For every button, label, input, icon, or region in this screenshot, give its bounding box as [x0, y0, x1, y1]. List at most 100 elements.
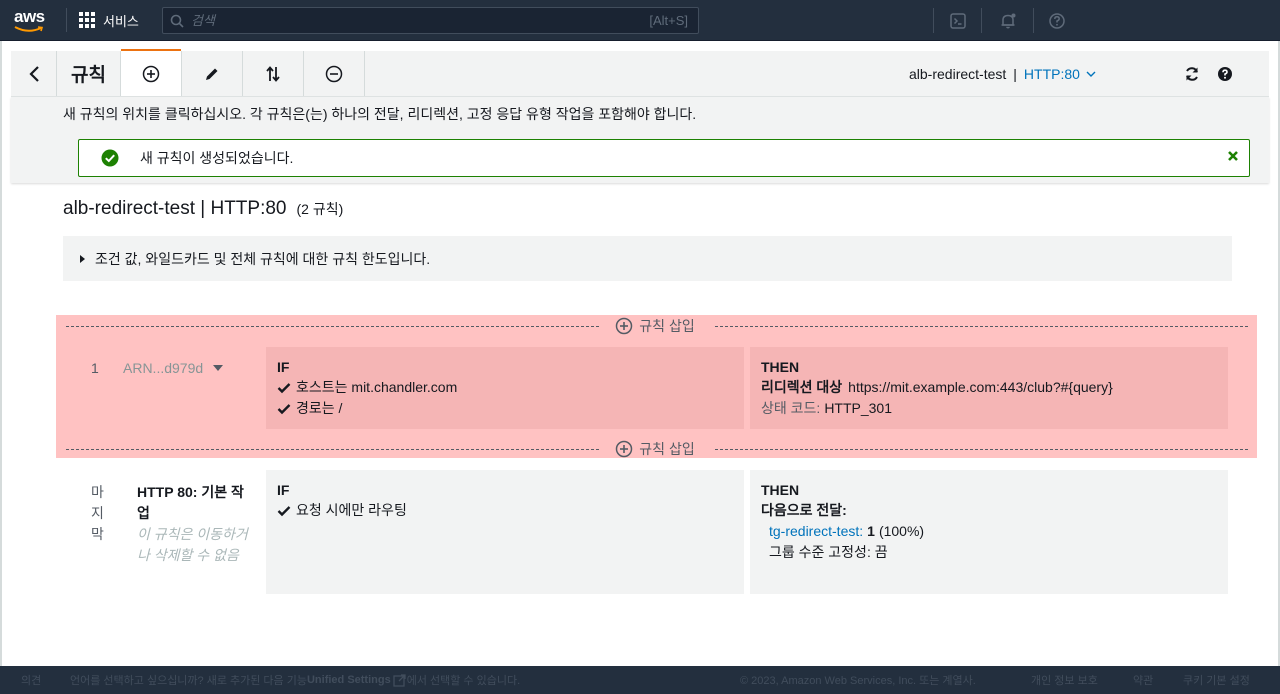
condition-row: 호스트는 mit.chandler.com: [277, 377, 733, 398]
add-icon: [142, 65, 160, 82]
default-rule-number-char: 마: [91, 484, 104, 500]
default-if-cell: IF 요청 시에만 라우팅: [266, 470, 744, 594]
aws-logo[interactable]: aws: [14, 0, 62, 41]
default-rule-number-char: 막: [91, 526, 104, 542]
rules-toolbar: 규칙 alb-redirect-test | HTTP:80: [11, 49, 1269, 97]
listener-value: HTTP:80: [1023, 66, 1080, 82]
listener-separator: |: [1013, 66, 1017, 82]
nav-separator: [933, 8, 934, 33]
nav-divider: [66, 8, 67, 32]
expander-label: 조건 값, 와일드카드 및 전체 규칙에 대한 규칙 한도입니다.: [95, 250, 431, 267]
cookies-link[interactable]: 쿠키 기본 설정: [1183, 672, 1250, 688]
search-input[interactable]: [191, 13, 650, 28]
cloudshell-icon[interactable]: [945, 0, 971, 41]
rules-heading: alb-redirect-test | HTTP:80 (2 규칙): [63, 198, 343, 220]
target-group-row: tg-redirect-test: 1 (100%): [769, 521, 1217, 542]
dismiss-icon[interactable]: [1227, 149, 1239, 165]
insert-rule-label: 규칙 삽입: [639, 441, 695, 457]
status-value: HTTP_301: [824, 400, 893, 416]
services-label: 서비스: [103, 13, 139, 29]
insert-rule-button[interactable]: 규칙 삽입: [599, 316, 714, 336]
refresh-button[interactable]: [1180, 51, 1204, 97]
rule-then-cell[interactable]: THEN 리디렉션 대상 https://mit.example.com:443…: [750, 347, 1228, 429]
condition-row: 요청 시에만 라우팅: [277, 500, 733, 521]
redirect-label: 리디렉션 대상: [761, 379, 843, 395]
rule-number: 1: [91, 360, 99, 376]
rules-count: (2 규칙): [296, 201, 344, 217]
bell-icon[interactable]: [995, 0, 1021, 41]
help-button[interactable]: [1213, 51, 1237, 97]
caret-down-icon: [213, 365, 224, 371]
rule-arn-dropdown[interactable]: ARN...d979d: [123, 360, 224, 376]
add-circle-icon: [616, 440, 633, 458]
edit-icon: [206, 68, 218, 80]
success-flash: 새 규칙이 생성되었습니다.: [78, 139, 1250, 177]
instruction-text: 새 규칙의 위치를 클릭하십시오. 각 규칙은(는) 하나의 전달, 리디렉션,…: [63, 106, 697, 122]
add-rule-button[interactable]: [121, 49, 182, 96]
default-rule-title: HTTP 80: 기본 작업: [137, 484, 244, 521]
refresh-icon: [1186, 67, 1198, 81]
condition-row: 경로는 /: [277, 398, 733, 419]
help-icon[interactable]: [1044, 0, 1070, 41]
default-condition: 요청 시에만 라우팅: [296, 502, 407, 518]
insert-rule-line-top: 규칙 삽입: [66, 315, 1249, 337]
flash-message: 새 규칙이 생성되었습니다.: [140, 150, 294, 166]
listener-selector-group: alb-redirect-test | HTTP:80: [909, 51, 1097, 97]
check-icon: [277, 382, 291, 393]
default-rule-number-char: 지: [91, 505, 104, 521]
limits-expander[interactable]: 조건 값, 와일드카드 및 전체 규칙에 대한 규칙 한도입니다.: [63, 236, 1232, 281]
toolbar-title: 규칙: [57, 51, 121, 96]
grid-icon: [79, 12, 95, 28]
reorder-rules-button[interactable]: [243, 51, 304, 96]
check-icon: [277, 505, 291, 516]
aws-logo-text: aws: [14, 6, 45, 26]
chevron-left-icon: [28, 65, 39, 82]
search-box[interactable]: [Alt+S]: [162, 7, 699, 34]
load-balancer-name: alb-redirect-test: [909, 66, 1007, 82]
status-label: 상태 코드:: [761, 400, 821, 416]
edit-rule-button[interactable]: [182, 51, 243, 96]
rule-if-cell[interactable]: IF 호스트는 mit.chandler.com 경로는 /: [266, 347, 744, 429]
search-shortcut: [Alt+S]: [649, 13, 688, 28]
top-nav: aws 서비스 [Alt+S]: [0, 0, 1280, 41]
language-text-after: 에서 선택할 수 있습니다.: [406, 675, 521, 687]
if-label: IF: [277, 359, 290, 375]
feedback-link[interactable]: 의견: [21, 672, 41, 688]
nav-separator: [981, 8, 982, 33]
stickiness-text: 그룹 수준 고정성: 끔: [769, 544, 888, 560]
condition-host: 호스트는 mit.chandler.com: [296, 379, 458, 395]
copyright: © 2023, Amazon Web Services, Inc. 또는 계열사…: [740, 675, 976, 687]
search-icon: [163, 14, 191, 28]
target-weight: 1: [867, 523, 875, 539]
if-label: IF: [277, 482, 290, 498]
privacy-link[interactable]: 개인 정보 보호: [1031, 672, 1098, 688]
services-menu[interactable]: 서비스: [79, 0, 139, 41]
default-rule-name: HTTP 80: 기본 작업 이 규칙은 이동하거나 삭제할 수 없음: [137, 482, 255, 566]
success-check-icon: [101, 149, 119, 167]
condition-path: 경로는 /: [296, 400, 343, 416]
then-label: THEN: [761, 359, 800, 375]
insert-rule-line-bottom: 규칙 삽입: [66, 438, 1249, 460]
rule-arn: ARN...d979d: [123, 360, 204, 376]
caret-right-icon: [79, 254, 86, 264]
default-rule-note: 이 규칙은 이동하거나 삭제할 수 없음: [137, 526, 248, 563]
terms-link[interactable]: 약관: [1133, 672, 1153, 688]
insert-rule-button[interactable]: 규칙 삽입: [599, 439, 714, 459]
language-notice: 언어를 선택하고 싶으십니까? 새로 추가된 다음 기능 Unified Set…: [70, 672, 520, 688]
back-button[interactable]: [11, 51, 57, 96]
help-circle-icon: [1218, 67, 1232, 81]
delete-rule-button[interactable]: [304, 51, 365, 96]
delete-icon: [325, 65, 343, 82]
unified-settings-link[interactable]: Unified Settings: [307, 674, 391, 686]
external-link-icon: [393, 673, 406, 687]
redirect-target: https://mit.example.com:443/club?#{query…: [848, 379, 1113, 395]
listener-dropdown[interactable]: HTTP:80: [1024, 66, 1097, 82]
status-row: 상태 코드: HTTP_301: [761, 398, 1217, 419]
info-panel: 새 규칙의 위치를 클릭하십시오. 각 규칙은(는) 하나의 전달, 리디렉션,…: [11, 97, 1269, 183]
add-circle-icon: [616, 317, 633, 335]
check-icon: [277, 403, 291, 414]
reorder-icon: [266, 65, 280, 82]
forward-label: 다음으로 전달:: [761, 502, 847, 518]
default-rule-number: 마 지 막: [91, 482, 105, 545]
target-group-link[interactable]: tg-redirect-test: [769, 521, 859, 542]
